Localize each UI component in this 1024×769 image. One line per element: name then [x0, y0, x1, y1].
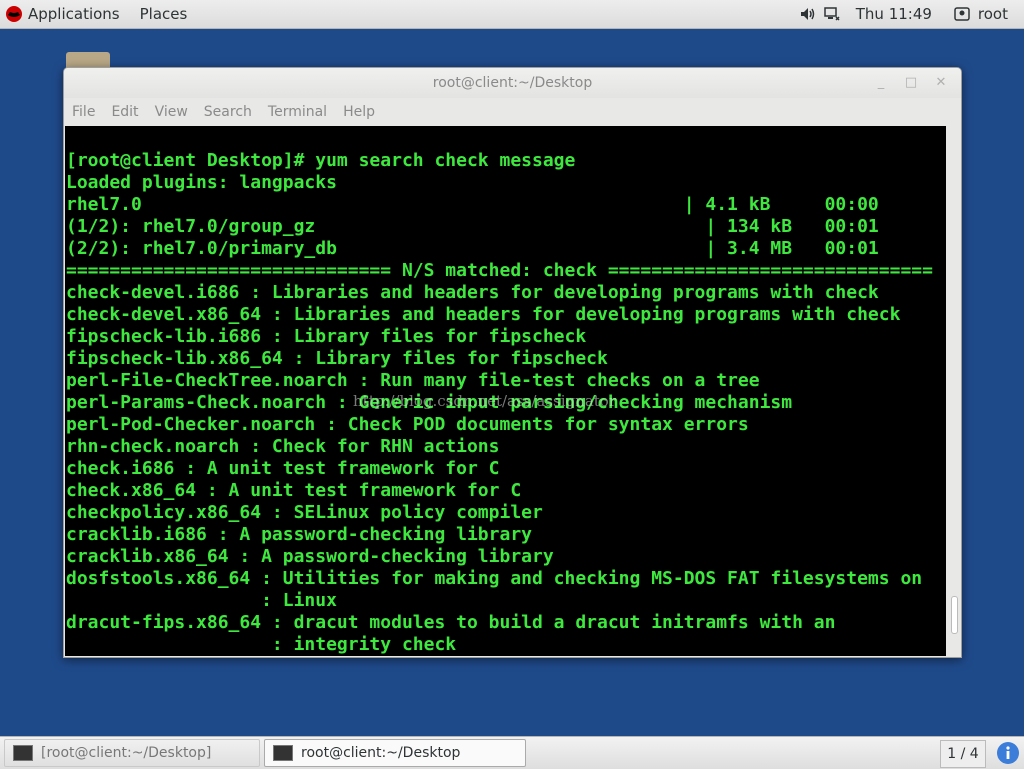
- terminal-line: Loaded plugins: langpacks: [66, 172, 337, 193]
- terminal-icon: [273, 745, 293, 761]
- terminal-line: cracklib.i686 : A password-checking libr…: [66, 524, 532, 545]
- taskbar: [root@client:~/Desktop] root@client:~/De…: [0, 736, 1024, 769]
- terminal-scrollbar[interactable]: [947, 126, 960, 656]
- taskbar-item-label: [root@client:~/Desktop]: [41, 745, 212, 761]
- terminal-line: check-devel.i686 : Libraries and headers…: [66, 282, 879, 303]
- user-name: root: [977, 5, 1008, 23]
- user-menu[interactable]: root: [954, 5, 1008, 23]
- terminal-line: dosfstools.x86_64 : Utilities for making…: [66, 568, 923, 589]
- maximize-button[interactable]: □: [901, 68, 921, 98]
- menu-help[interactable]: Help: [343, 104, 375, 120]
- watermark: http://blog.csdn.net/ass/assignator: [353, 392, 616, 410]
- terminal-icon: [13, 745, 33, 761]
- top-panel: Applications Places Thu 11:49 root: [0, 0, 1024, 29]
- terminal-line: check-devel.x86_64 : Libraries and heade…: [66, 304, 901, 325]
- system-tray: Thu 11:49 root: [800, 0, 1024, 28]
- clock[interactable]: Thu 11:49: [856, 5, 932, 23]
- terminal-line: perl-File-CheckTree.noarch : Run many fi…: [66, 370, 760, 391]
- menu-view[interactable]: View: [155, 104, 188, 120]
- terminal-line: checkpolicy.x86_64 : SELinux policy comp…: [66, 502, 543, 523]
- menu-edit[interactable]: Edit: [111, 104, 138, 120]
- terminal-line: check.i686 : A unit test framework for C: [66, 458, 500, 479]
- user-icon: [954, 7, 970, 21]
- taskbar-item-terminal-1[interactable]: [root@client:~/Desktop]: [4, 739, 260, 767]
- applications-menu[interactable]: Applications: [5, 5, 120, 23]
- terminal-line: (1/2): rhel7.0/group_gz | 134 kB 00:01: [66, 216, 879, 237]
- terminal-line: : Linux: [261, 590, 337, 611]
- terminal-line: rhel7.0 | 4.1 kB 00:00: [66, 194, 879, 215]
- terminal-output[interactable]: [root@client Desktop]# yum search check …: [65, 126, 946, 656]
- terminal-line: : integrity check: [271, 634, 457, 655]
- terminal-line: cracklib.x86_64 : A password-checking li…: [66, 546, 554, 567]
- workspace-switcher[interactable]: 1 / 4: [940, 740, 986, 768]
- taskbar-item-label: root@client:~/Desktop: [301, 745, 461, 761]
- close-button[interactable]: ✕: [931, 68, 951, 98]
- speaker-icon[interactable]: [800, 6, 816, 22]
- terminal-line: ============================== N/S match…: [66, 260, 933, 281]
- applications-label: Applications: [28, 5, 120, 23]
- info-icon[interactable]: [996, 741, 1020, 765]
- taskbar-item-terminal-2[interactable]: root@client:~/Desktop: [264, 739, 526, 767]
- window-title: root@client:~/Desktop: [432, 75, 593, 91]
- terminal-window: root@client:~/Desktop _ □ ✕ File Edit Vi…: [63, 67, 962, 658]
- minimize-button[interactable]: _: [871, 68, 891, 98]
- network-icon[interactable]: [824, 6, 840, 22]
- terminal-line: perl-Pod-Checker.noarch : Check POD docu…: [66, 414, 749, 435]
- terminal-line: check.x86_64 : A unit test framework for…: [66, 480, 522, 501]
- menubar: File Edit View Search Terminal Help: [64, 98, 961, 126]
- terminal-line: dracut-fips.x86_64 : dracut modules to b…: [66, 612, 836, 633]
- window-titlebar[interactable]: root@client:~/Desktop _ □ ✕: [64, 68, 961, 98]
- redhat-icon: [6, 6, 22, 22]
- terminal-line: fipscheck-lib.i686 : Library files for f…: [66, 326, 587, 347]
- terminal-line: rhn-check.noarch : Check for RHN actions: [66, 436, 500, 457]
- terminal-line: fipscheck-lib.x86_64 : Library files for…: [66, 348, 608, 369]
- menu-file[interactable]: File: [72, 104, 95, 120]
- places-menu[interactable]: Places: [140, 5, 188, 23]
- menu-search[interactable]: Search: [204, 104, 252, 120]
- places-label: Places: [139, 5, 188, 23]
- terminal-line: [root@client Desktop]# yum search check …: [66, 150, 576, 171]
- terminal-line: (2/2): rhel7.0/primary_db | 3.4 MB 00:01: [66, 238, 879, 259]
- menu-terminal[interactable]: Terminal: [268, 104, 327, 120]
- scrollbar-thumb[interactable]: [951, 596, 958, 634]
